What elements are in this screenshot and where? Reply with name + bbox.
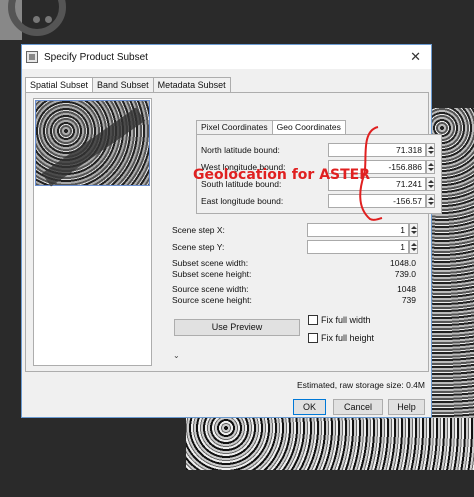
east-lon-spinner[interactable] [426,194,435,208]
scene-step-x-spinner[interactable] [409,223,418,237]
red-annotation-bracket [359,126,383,221]
tab-geo-coordinates[interactable]: Geo Coordinates [271,120,346,135]
fix-full-height-row[interactable]: Fix full height [308,332,374,344]
subset-width-label: Subset scene width: [172,258,249,268]
tab-spatial-subset[interactable]: Spatial Subset [25,77,94,93]
fix-full-height-label: Fix full height [321,333,375,343]
chevron-down-icon[interactable]: ⌄ [173,351,180,360]
subset-height-value: 739.0 [394,269,416,279]
background-dot [33,16,40,23]
background-image-bottom [186,418,474,470]
scene-step-y-field[interactable]: 1 [307,240,409,254]
fix-full-height-checkbox[interactable] [308,333,318,343]
west-lon-spinner[interactable] [426,160,435,174]
fix-full-width-checkbox[interactable] [308,315,318,325]
fix-full-width-row[interactable]: Fix full width [308,314,371,326]
tab-metadata-subset[interactable]: Metadata Subset [152,77,231,92]
window-title: Specify Product Subset [44,51,148,63]
use-preview-button[interactable]: Use Preview [174,319,300,336]
storage-estimate: Estimated, raw storage size: 0.4M [296,380,425,390]
source-height-label: Source scene height: [172,295,252,305]
tab-pixel-coordinates[interactable]: Pixel Coordinates [196,120,273,134]
cancel-button[interactable]: Cancel [333,399,383,415]
specify-product-subset-dialog: Specify Product Subset ✕ Spatial Subset … [21,44,442,418]
tab-band-subset[interactable]: Band Subset [92,77,154,92]
coordinate-tabs: Pixel Coordinates Geo Coordinates [196,120,346,135]
source-width-label: Source scene width: [172,284,249,294]
source-width-value: 1048 [397,284,416,294]
north-lat-row: North latitude bound: 71.318 [197,143,441,157]
thumbnail-pane [33,98,152,366]
east-lon-label: East longitude bound: [201,196,284,206]
source-height-value: 739 [401,295,416,305]
subset-tabs: Spatial Subset Band Subset Metadata Subs… [25,77,231,93]
north-lat-label: North latitude bound: [201,145,280,155]
scene-step-y-spinner[interactable] [409,240,418,254]
help-button[interactable]: Help [388,399,425,415]
subset-height-label: Subset scene height: [172,269,252,279]
thumbnail-river-feature [41,107,146,187]
subset-width-value: 1048.0 [390,258,416,268]
east-lon-row: East longitude bound: -156.57 [197,194,441,208]
south-lat-spinner[interactable] [426,177,435,191]
scene-step-x-field[interactable]: 1 [307,223,409,237]
background-dot [45,16,52,23]
north-lat-spinner[interactable] [426,143,435,157]
title-bar[interactable]: Specify Product Subset ✕ [22,45,431,69]
scene-step-y-label: Scene step Y: [172,242,225,252]
background-toolbar-corner [0,0,70,40]
ok-button[interactable]: OK [293,399,326,415]
close-icon[interactable]: ✕ [410,49,421,65]
red-annotation-text: Geolocation for ASTER [193,167,371,183]
thumbnail-image[interactable] [35,100,150,187]
scene-step-x-label: Scene step X: [172,225,225,235]
app-window-icon [26,51,38,63]
fix-full-width-label: Fix full width [321,315,371,325]
